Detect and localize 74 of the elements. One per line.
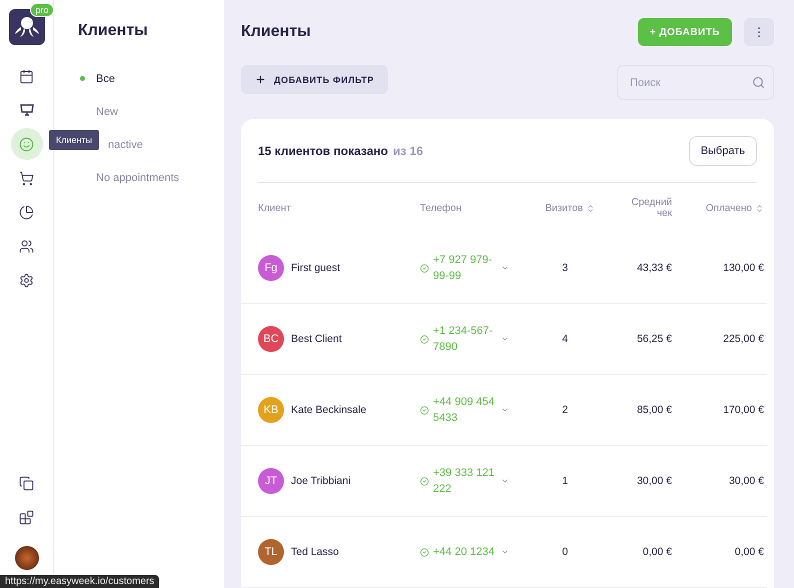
average-check-cell: 43,33 € [636, 262, 672, 274]
submenu-title: Клиенты [78, 22, 149, 40]
paid-cell: 30,00 € [728, 475, 764, 487]
phone-number[interactable]: +7 927 979-99-99 [433, 252, 497, 284]
monitor-icon [18, 102, 34, 118]
average-check-cell: 0,00 € [642, 546, 672, 558]
column-header[interactable]: Оплачено [672, 202, 764, 214]
paid-cell: 0,00 € [734, 546, 764, 558]
check-circle-icon [420, 476, 429, 486]
column-header[interactable]: Визитов [520, 202, 595, 214]
initials-avatar: KB [258, 397, 284, 423]
visits-cell: 0 [562, 546, 568, 558]
calendar-icon [19, 68, 34, 84]
phone-number[interactable]: +39 333 121 222 [433, 464, 497, 498]
pie-chart-icon [19, 204, 34, 220]
submenu-item[interactable]: New [78, 95, 224, 128]
client-name[interactable]: Best Client [291, 333, 342, 345]
user-avatar[interactable] [14, 546, 38, 570]
initials-avatar: BC [258, 326, 284, 352]
initials-avatar: JT [258, 468, 284, 494]
phone-number[interactable]: +1 234-567-7890 [433, 322, 497, 356]
search-field[interactable]: Поиск [617, 65, 774, 100]
check-circle-icon [420, 548, 429, 556]
paid-cell: 130,00 € [723, 262, 764, 274]
check-circle-icon [420, 334, 429, 344]
smiley-icon [19, 136, 34, 152]
phone-number[interactable]: +44 909 454 5433 [433, 394, 497, 426]
chevron-down-icon[interactable] [501, 406, 509, 414]
submenu-item[interactable]: Все [78, 62, 224, 95]
initials-avatar: TL [258, 539, 284, 565]
visits-cell: 1 [562, 475, 568, 487]
check-circle-icon [420, 264, 429, 272]
client-name[interactable]: Ted Lasso [291, 546, 339, 558]
check-circle-icon [420, 406, 429, 414]
average-check-cell: 30,00 € [636, 475, 672, 487]
column-header: Средний чек [630, 197, 672, 219]
chevron-down-icon[interactable] [501, 264, 509, 272]
octopus-logo [14, 15, 40, 39]
chevron-down-icon[interactable] [501, 548, 509, 556]
visits-cell: 2 [562, 404, 568, 416]
column-header: Клиент [258, 202, 292, 214]
blocks-icon [19, 510, 34, 524]
search-icon [752, 76, 765, 89]
add-filter-button[interactable]: ДОБАВИТЬ ФИЛЬТР [241, 65, 388, 94]
client-name[interactable]: First guest [291, 262, 340, 274]
client-name[interactable]: Kate Beckinsale [291, 404, 366, 416]
column-header: Телефон [420, 202, 462, 214]
tooltip: Клиенты [49, 130, 100, 150]
average-check-cell: 56,25 € [636, 333, 672, 345]
paid-cell: 170,00 € [723, 404, 764, 416]
page-title: Клиенты [241, 23, 311, 41]
visits-cell: 3 [562, 262, 568, 274]
visits-cell: 4 [562, 333, 568, 345]
initials-avatar: Fg [258, 255, 284, 281]
add-button[interactable]: + ДОБАВИТЬ [638, 18, 732, 46]
chevron-down-icon[interactable] [501, 477, 509, 485]
status-url: https://my.easyweek.io/customers [0, 575, 160, 588]
cart-icon [19, 170, 34, 186]
phone-number[interactable]: +44 20 1234 [433, 544, 497, 560]
submenu-item[interactable]: No appointments [78, 161, 224, 194]
more-button[interactable]: ⋮ [744, 18, 774, 46]
clients-total: из 16 [392, 144, 424, 158]
chevron-down-icon[interactable] [501, 335, 509, 343]
plus-icon [255, 74, 266, 85]
users-icon [19, 238, 34, 254]
select-button[interactable]: Выбрать [688, 136, 757, 166]
pro-badge: pro [30, 3, 54, 17]
paid-cell: 225,00 € [723, 333, 764, 345]
client-name[interactable]: Joe Tribbiani [291, 475, 351, 487]
clients-count: 15 клиентов показано [258, 144, 388, 158]
copy-icon [19, 476, 34, 490]
settings-icon [19, 272, 34, 288]
active-dot [80, 76, 85, 81]
average-check-cell: 85,00 € [636, 404, 672, 416]
